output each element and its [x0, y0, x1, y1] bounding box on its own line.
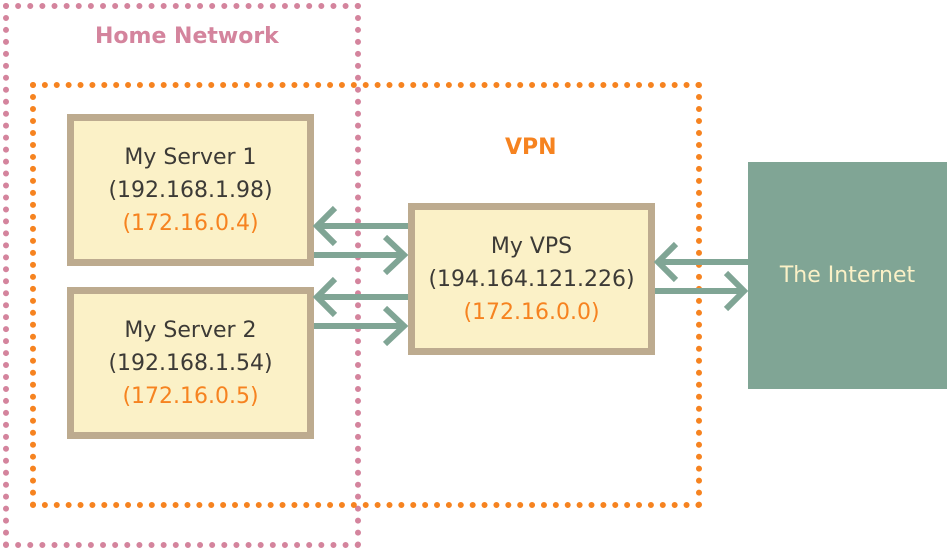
- connection-arrows: [312, 205, 749, 347]
- arrow-vps-to-internet: [655, 270, 749, 312]
- arrow-vps-to-server2: [312, 276, 408, 318]
- arrow-internet-to-vps: [653, 241, 748, 283]
- arrow-server1-to-vps: [314, 234, 409, 276]
- arrow-server2-to-vps: [314, 305, 409, 347]
- arrow-vps-to-server1: [312, 205, 408, 247]
